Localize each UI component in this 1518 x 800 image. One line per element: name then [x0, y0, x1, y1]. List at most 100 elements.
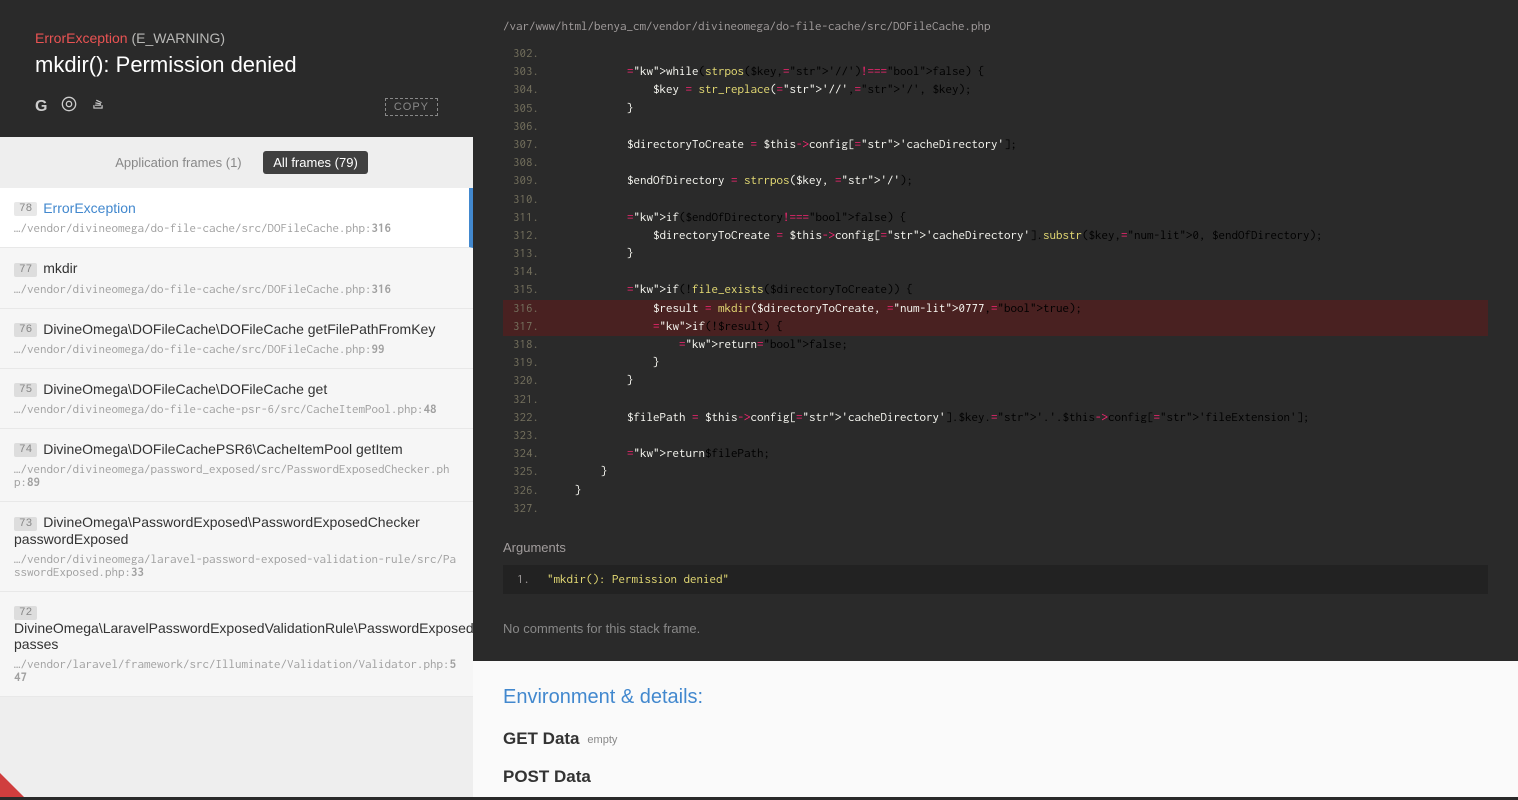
code-text: } [549, 100, 634, 118]
code-text: } [549, 372, 634, 390]
frame-function: ErrorException [43, 200, 136, 216]
line-number: 317. [503, 318, 549, 336]
arguments-section: Arguments 1."mkdir(): Permission denied" [473, 528, 1518, 606]
frame-function: DivineOmega\LaravelPasswordExposedValida… [14, 620, 473, 652]
code-text: ="kw">if [549, 281, 679, 299]
code-block: /var/www/html/benya_cm/vendor/divineomeg… [473, 0, 1518, 528]
code-text: } [549, 463, 608, 481]
code-line: 310. [503, 191, 1488, 209]
code-text: $directoryToCreate = $this->config[="str… [549, 136, 1004, 154]
frames-list: 78 ErrorException …/vendor/divineomega/do-… [0, 188, 473, 698]
line-number: 310. [503, 191, 549, 209]
stack-frame[interactable]: 76DivineOmega\DOFileCache\DOFileCache ge… [0, 309, 473, 369]
duckduckgo-icon[interactable] [61, 96, 77, 117]
argument-row: 1."mkdir(): Permission denied" [503, 565, 1488, 594]
code-text: $endOfDirectory = strrpos($key, ="str">'… [549, 172, 900, 190]
stack-frame[interactable]: 74 DivineOmega\DOFileCachePSR6\CacheItemP… [0, 429, 473, 502]
stack-frame[interactable]: 78ErrorException…/vendor/divineomega/do-… [0, 188, 473, 248]
exception-class: ErrorException [35, 30, 128, 46]
stack-frame[interactable]: 72DivineOmega\LaravelPasswordExposedVali… [0, 592, 473, 697]
code-line: 325. } [503, 463, 1488, 481]
line-number: 315. [503, 281, 549, 299]
code-line: 305. } [503, 100, 1488, 118]
frame-function: DivineOmega\DOFileCache\DOFileCache getF… [43, 321, 435, 337]
frame-number: 72 [14, 606, 37, 620]
line-number: 318. [503, 336, 549, 354]
code-line: 309. $endOfDirectory = strrpos($key, ="s… [503, 172, 1488, 190]
whoops-logo-icon [0, 773, 24, 797]
code-text: } [549, 482, 582, 500]
code-line: 327. [503, 500, 1488, 518]
help-icons: G COPY [35, 96, 438, 117]
code-line: 316. $result = mkdir($directoryToCreate,… [503, 300, 1488, 318]
arguments-list: 1."mkdir(): Permission denied" [503, 565, 1488, 594]
frame-function: DivineOmega\DOFileCache\DOFileCache get [43, 381, 327, 397]
google-icon[interactable]: G [35, 98, 47, 116]
code-line: 306. [503, 118, 1488, 136]
stack-frame[interactable]: 77mkdir…/vendor/divineomega/do-file-cach… [0, 248, 473, 308]
argument-value: "mkdir(): Permission denied" [547, 573, 729, 586]
line-number: 302. [503, 45, 549, 63]
exception-type: (E_WARNING) [131, 30, 225, 46]
frame-comments: No comments for this stack frame. [473, 606, 1518, 661]
code-line: 323. [503, 427, 1488, 445]
left-panel: ErrorException (E_WARNING) mkdir(): Perm… [0, 0, 473, 797]
line-number: 312. [503, 227, 549, 245]
code-text: $directoryToCreate = $this->config[="str… [549, 227, 1030, 245]
code-line: 303. ="kw">while (strpos($key, ="str">'/… [503, 63, 1488, 81]
line-number: 327. [503, 500, 549, 518]
arguments-label: Arguments [503, 540, 1488, 555]
code-text: } [549, 245, 634, 263]
line-number: 313. [503, 245, 549, 263]
stackoverflow-icon[interactable] [91, 97, 105, 116]
line-number: 308. [503, 154, 549, 172]
frame-path: …/vendor/divineomega/laravel-password-ex… [14, 553, 459, 579]
line-number: 320. [503, 372, 549, 390]
frame-function: DivineOmega\DOFileCachePSR6\CacheItemPoo… [43, 441, 403, 457]
line-number: 307. [503, 136, 549, 154]
get-data-section: GET Data empty [503, 729, 1488, 749]
code-file-path: /var/www/html/benya_cm/vendor/divineomeg… [503, 20, 1488, 33]
frame-function: DivineOmega\PasswordExposed\PasswordExpo… [14, 514, 420, 546]
code-line: 321. [503, 391, 1488, 409]
frame-path: …/vendor/divineomega/do-file-cache-psr-6… [14, 403, 459, 416]
stack-frame[interactable]: 75DivineOmega\DOFileCache\DOFileCache ge… [0, 369, 473, 429]
line-number: 309. [503, 172, 549, 190]
get-data-label: GET Data [503, 729, 580, 749]
code-text: ="kw">return [549, 336, 757, 354]
line-number: 306. [503, 118, 549, 136]
code-line: 302. [503, 45, 1488, 63]
code-text: ="kw">if [549, 209, 679, 227]
frame-number: 74 [14, 443, 37, 457]
code-line: 318. ="kw">return ="bool">false; [503, 336, 1488, 354]
frame-path: …/vendor/laravel/framework/src/Illuminat… [14, 658, 459, 684]
code-line: 315. ="kw">if (!file_exists($directoryTo… [503, 281, 1488, 299]
code-text: ="kw">return [549, 445, 705, 463]
code-line: 324. ="kw">return $filePath; [503, 445, 1488, 463]
code-text: $filePath = $this->config[="str">'cacheD… [549, 409, 946, 427]
code-text: ="kw">while [549, 63, 699, 81]
right-panel[interactable]: /var/www/html/benya_cm/vendor/divineomeg… [473, 0, 1518, 797]
line-number: 316. [503, 300, 549, 318]
line-number: 314. [503, 263, 549, 281]
frame-filter-bar: Application frames (1) All frames (79) [0, 137, 473, 188]
frame-path: …/vendor/divineomega/password_exposed/sr… [14, 463, 459, 489]
line-number: 323. [503, 427, 549, 445]
line-number: 322. [503, 409, 549, 427]
line-number: 319. [503, 354, 549, 372]
line-number: 311. [503, 209, 549, 227]
line-number: 305. [503, 100, 549, 118]
code-text: $key = str_replace(="str">'//' [549, 81, 848, 99]
frame-path: …/vendor/divineomega/do-file-cache/src/D… [14, 343, 459, 356]
line-number: 321. [503, 391, 549, 409]
filter-application-frames[interactable]: Application frames (1) [105, 151, 251, 174]
filter-all-frames[interactable]: All frames (79) [263, 151, 368, 174]
frame-number: 78 [14, 202, 37, 216]
frame-path: …/vendor/divineomega/do-file-cache/src/D… [14, 283, 459, 296]
code-text: } [549, 354, 660, 372]
code-lines: 302.303. ="kw">while (strpos($key, ="str… [503, 45, 1488, 518]
line-number: 304. [503, 81, 549, 99]
post-data-label: POST Data [503, 767, 591, 787]
stack-frame[interactable]: 73DivineOmega\PasswordExposed\PasswordEx… [0, 502, 473, 591]
copy-button[interactable]: COPY [385, 98, 438, 116]
